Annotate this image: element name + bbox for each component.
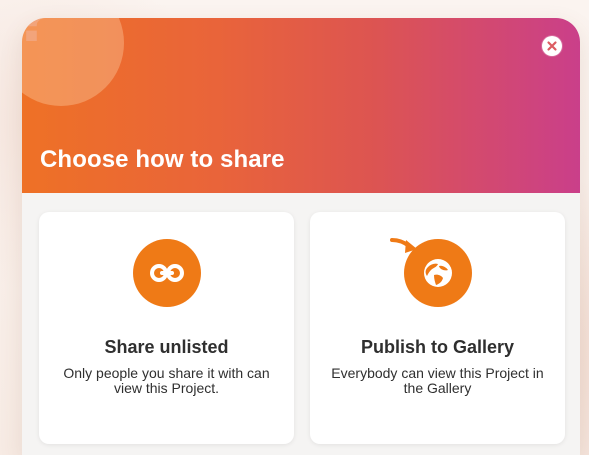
modal-title: Choose how to share (40, 146, 285, 173)
link-icon (150, 264, 184, 282)
share-unlisted-title: Share unlisted (104, 337, 229, 357)
modal-body: Share unlisted Only people you share it … (22, 193, 580, 455)
share-unlisted-description: Only people you share it with can view t… (63, 365, 270, 396)
close-button[interactable] (542, 36, 562, 56)
publish-gallery-description: Everybody can view this Project in the G… (331, 365, 544, 396)
share-unlisted-icon-badge (133, 239, 201, 307)
publish-gallery-title: Publish to Gallery (360, 337, 515, 357)
globe-icon (424, 259, 452, 287)
close-icon (547, 41, 557, 51)
publish-gallery-option[interactable]: Publish to Gallery Everybody can view th… (310, 212, 565, 444)
question-mark-icon: ? (22, 18, 51, 51)
share-modal: ? Choose how to share Share unlisted Onl… (22, 18, 580, 455)
modal-header: ? Choose how to share (22, 18, 580, 193)
publish-gallery-icon-badge (404, 239, 472, 307)
share-unlisted-option[interactable]: Share unlisted Only people you share it … (39, 212, 294, 444)
help-badge: ? (22, 18, 124, 106)
